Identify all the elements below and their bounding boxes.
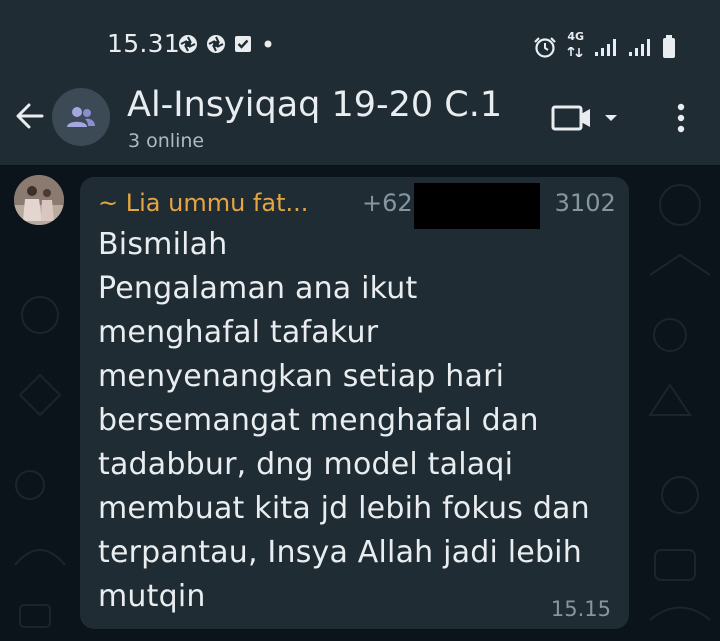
shutter-icon (179, 35, 197, 53)
sender-phone-suffix: 3102 (554, 189, 616, 217)
status-bar: 15.31 4G (0, 0, 720, 80)
video-call-button[interactable] (550, 102, 622, 134)
battery-icon (663, 34, 675, 58)
notification-icons (178, 34, 276, 54)
status-time: 15.31 (107, 29, 181, 58)
sender-phone-prefix: +62 (362, 189, 413, 217)
message-text-line: menghafal tafakur (98, 315, 379, 350)
redaction-box (414, 183, 540, 229)
data-activity-icon (567, 45, 583, 59)
sender-photo (14, 175, 64, 225)
message-bubble[interactable]: ~ Lia ummu fat... +62 3102 Bismilah Penga… (80, 177, 629, 629)
alarm-icon (534, 36, 557, 58)
chat-title[interactable]: Al-Insyiqaq 19-20 C.1 (127, 85, 502, 125)
sender-avatar[interactable] (14, 175, 64, 225)
chat-header: Al-Insyiqaq 19-20 C.1 3 online (0, 80, 720, 165)
sender-name[interactable]: ~ Lia ummu fat... (98, 189, 308, 217)
more-options-icon[interactable] (668, 100, 694, 136)
online-status: 3 online (128, 130, 205, 152)
message-text-line: Pengalaman ana ikut (98, 271, 418, 306)
system-icons: 4G (533, 30, 676, 61)
message-text-line: mutqin (98, 579, 206, 614)
signal-strength-icon (629, 38, 650, 56)
checkbox-notification-icon (235, 36, 251, 52)
message-text-line: tadabbur, dng model talaqi (98, 447, 514, 482)
message-text-line: membuat kita jd lebih fokus dan (98, 491, 590, 526)
group-avatar[interactable] (52, 88, 110, 146)
chat-area[interactable]: ~ Lia ummu fat... +62 3102 Bismilah Penga… (0, 165, 720, 641)
message-text-line: terpantau, Insya Allah jadi lebih (98, 535, 582, 570)
network-type-indicator: 4G (567, 30, 584, 61)
shutter-icon (207, 35, 225, 53)
signal-strength-icon (595, 38, 616, 56)
message-timestamp: 15.15 (550, 597, 611, 621)
back-arrow-icon[interactable] (12, 98, 48, 134)
network-type-label: 4G (567, 30, 584, 43)
group-icon (67, 107, 95, 127)
message-text-line: Bismilah (98, 227, 228, 262)
message-text-line: bersemangat menghafal dan (98, 403, 539, 438)
dot-icon (264, 40, 272, 48)
message-text-line: menyenangkan setiap hari (98, 359, 505, 394)
